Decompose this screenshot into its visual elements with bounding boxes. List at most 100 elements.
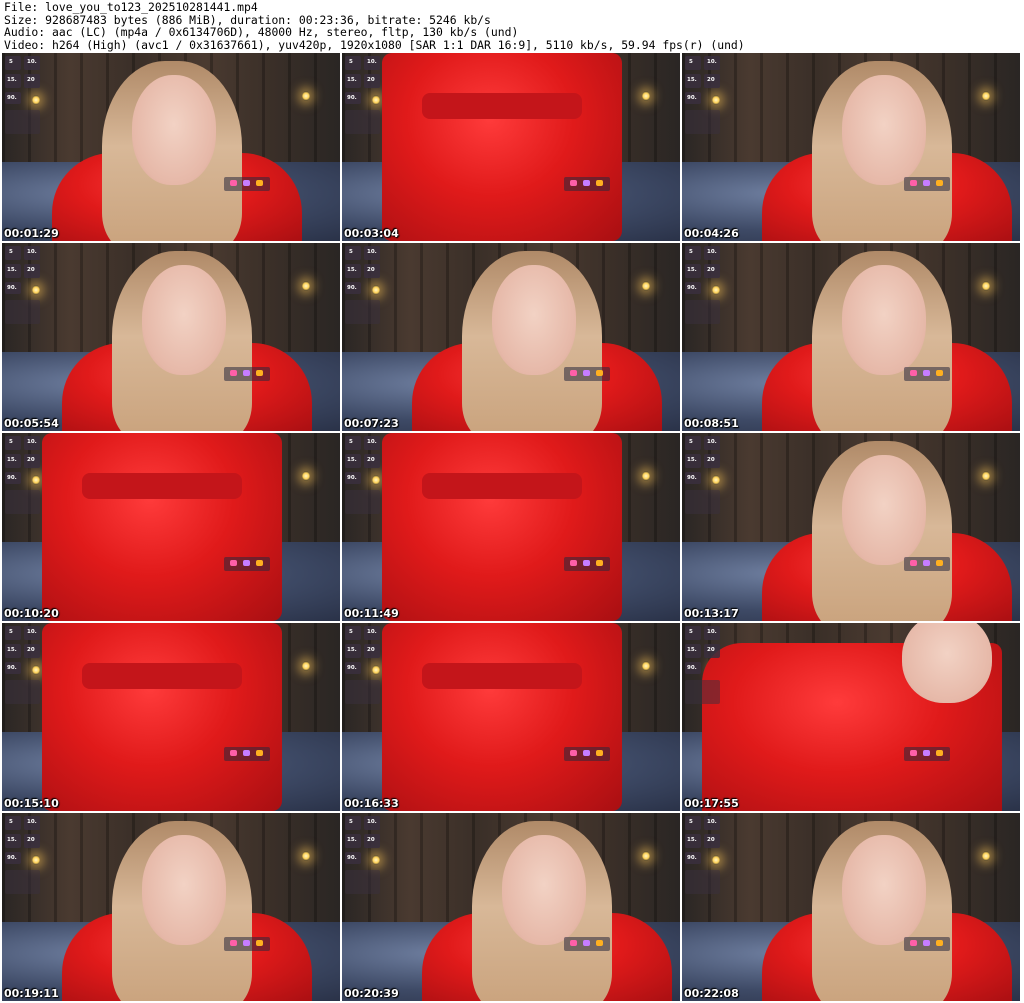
lamp-light bbox=[642, 281, 650, 291]
video-thumbnail: 5 10. 15. 20 90. 00:08:51 bbox=[682, 243, 1020, 431]
lamp-light bbox=[982, 91, 990, 101]
lamp-light bbox=[302, 851, 310, 861]
tip-icon bbox=[230, 940, 237, 946]
tip-icon bbox=[936, 370, 943, 376]
overlay-tile bbox=[685, 436, 701, 450]
tip-icon bbox=[570, 370, 577, 376]
overlay-value: 10. bbox=[707, 439, 717, 445]
overlay-tile bbox=[685, 680, 720, 704]
tip-menu-widget bbox=[564, 367, 610, 381]
overlay-value: 20 bbox=[27, 647, 35, 653]
overlay-value: 15. bbox=[347, 837, 357, 843]
video-thumbnail: 5 10. 15. 20 90. 00:10:20 bbox=[2, 433, 340, 621]
tip-icon bbox=[243, 370, 250, 376]
tip-icon bbox=[596, 940, 603, 946]
tip-icon bbox=[243, 560, 250, 566]
overlay-value: 5 bbox=[689, 439, 693, 445]
lamp-light bbox=[302, 281, 310, 291]
lamp-light bbox=[642, 471, 650, 481]
overlay-value: 5 bbox=[349, 439, 353, 445]
overlay-value: 15. bbox=[347, 77, 357, 83]
overlay-tile bbox=[5, 56, 21, 70]
tip-menu-widget bbox=[224, 177, 270, 191]
overlay-value: 90. bbox=[687, 285, 697, 291]
tip-icon bbox=[910, 940, 917, 946]
tip-icon bbox=[596, 750, 603, 756]
tip-icon bbox=[910, 180, 917, 186]
overlay-value: 5 bbox=[349, 59, 353, 65]
timestamp-label: 00:03:04 bbox=[344, 227, 399, 240]
tip-icon bbox=[256, 180, 263, 186]
video-thumbnail: 5 10. 15. 20 90. 00:03:04 bbox=[342, 53, 680, 241]
tip-icon bbox=[583, 560, 590, 566]
robe-belt bbox=[82, 473, 242, 499]
red-robe bbox=[42, 433, 282, 621]
overlay-value: 10. bbox=[27, 59, 37, 65]
lamp-light bbox=[302, 471, 310, 481]
video-thumbnail: 5 10. 15. 20 90. 00:05:54 bbox=[2, 243, 340, 431]
tip-icon bbox=[583, 750, 590, 756]
lamp-light bbox=[642, 661, 650, 671]
overlay-value: 5 bbox=[9, 629, 13, 635]
face bbox=[842, 265, 926, 375]
lamp-light bbox=[982, 471, 990, 481]
video-thumbnail: 5 10. 15. 20 90. 00:07:23 bbox=[342, 243, 680, 431]
stream-overlay: 5 10. 15. 20 90. bbox=[685, 816, 723, 896]
overlay-tile bbox=[5, 490, 40, 514]
tip-icon bbox=[923, 370, 930, 376]
overlay-tile bbox=[5, 110, 40, 134]
stream-overlay: 5 10. 15. 20 90. bbox=[685, 626, 723, 706]
overlay-value: 20 bbox=[707, 77, 715, 83]
overlay-value: 5 bbox=[9, 249, 13, 255]
face bbox=[142, 265, 226, 375]
overlay-value: 10. bbox=[707, 59, 717, 65]
overlay-value: 15. bbox=[7, 457, 17, 463]
overlay-value: 20 bbox=[707, 837, 715, 843]
tip-menu-widget bbox=[904, 177, 950, 191]
overlay-value: 15. bbox=[687, 837, 697, 843]
timestamp-label: 00:16:33 bbox=[344, 797, 399, 810]
tip-icon bbox=[936, 940, 943, 946]
video-thumbnail: 5 10. 15. 20 90. 00:17:55 bbox=[682, 623, 1020, 811]
overlay-tile bbox=[345, 56, 361, 70]
tip-icon bbox=[230, 180, 237, 186]
overlay-tile bbox=[685, 300, 720, 324]
tip-icon bbox=[243, 940, 250, 946]
timestamp-label: 00:01:29 bbox=[4, 227, 59, 240]
overlay-value: 10. bbox=[367, 439, 377, 445]
overlay-value: 15. bbox=[347, 267, 357, 273]
overlay-value: 20 bbox=[27, 837, 35, 843]
stream-overlay: 5 10. 15. 20 90. bbox=[345, 816, 383, 896]
tip-menu-widget bbox=[564, 747, 610, 761]
video-thumbnail: 5 10. 15. 20 90. 00:04:26 bbox=[682, 53, 1020, 241]
video-thumbnail: 5 10. 15. 20 90. 00:11:49 bbox=[342, 433, 680, 621]
face bbox=[842, 75, 926, 185]
tip-icon bbox=[923, 180, 930, 186]
overlay-tile bbox=[5, 246, 21, 260]
video-thumbnail: 5 10. 15. 20 90. 00:22:08 bbox=[682, 813, 1020, 1001]
overlay-value: 10. bbox=[707, 249, 717, 255]
tip-icon bbox=[570, 940, 577, 946]
tip-menu-widget bbox=[564, 177, 610, 191]
tip-icon bbox=[910, 560, 917, 566]
stream-overlay: 5 10. 15. 20 90. bbox=[345, 436, 383, 516]
overlay-value: 5 bbox=[9, 819, 13, 825]
overlay-value: 10. bbox=[367, 819, 377, 825]
tip-icon bbox=[936, 750, 943, 756]
overlay-tile bbox=[685, 816, 701, 830]
overlay-tile bbox=[685, 110, 720, 134]
lamp-light bbox=[982, 851, 990, 861]
tip-icon bbox=[243, 180, 250, 186]
tip-icon bbox=[596, 370, 603, 376]
overlay-tile bbox=[685, 626, 701, 640]
overlay-value: 90. bbox=[7, 665, 17, 671]
overlay-value: 15. bbox=[7, 267, 17, 273]
overlay-value: 90. bbox=[7, 285, 17, 291]
overlay-value: 15. bbox=[7, 647, 17, 653]
overlay-value: 5 bbox=[689, 819, 693, 825]
overlay-tile bbox=[5, 870, 40, 894]
tip-icon bbox=[596, 560, 603, 566]
lamp-light bbox=[302, 91, 310, 101]
tip-icon bbox=[256, 750, 263, 756]
tip-icon bbox=[583, 370, 590, 376]
